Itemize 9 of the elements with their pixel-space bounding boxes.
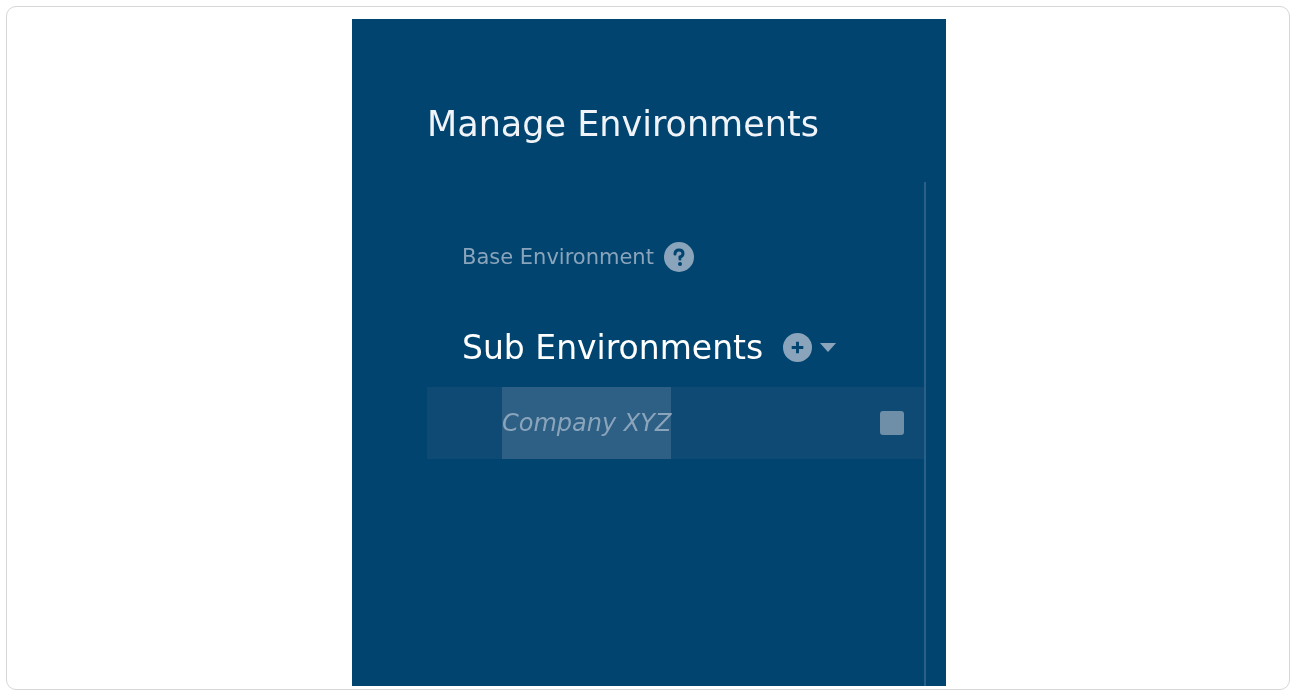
dialog-title: Manage Environments — [427, 103, 820, 145]
checkbox[interactable] — [880, 411, 904, 435]
add-icon[interactable] — [783, 333, 813, 362]
environment-row[interactable]: Company XYZ — [427, 387, 924, 459]
help-icon[interactable] — [663, 242, 694, 272]
sub-environments-heading: Sub Environments — [462, 328, 764, 367]
environment-name: Company XYZ — [502, 387, 672, 459]
base-environment-label: Base Environment — [462, 245, 654, 269]
caret-icon[interactable] — [819, 343, 838, 352]
